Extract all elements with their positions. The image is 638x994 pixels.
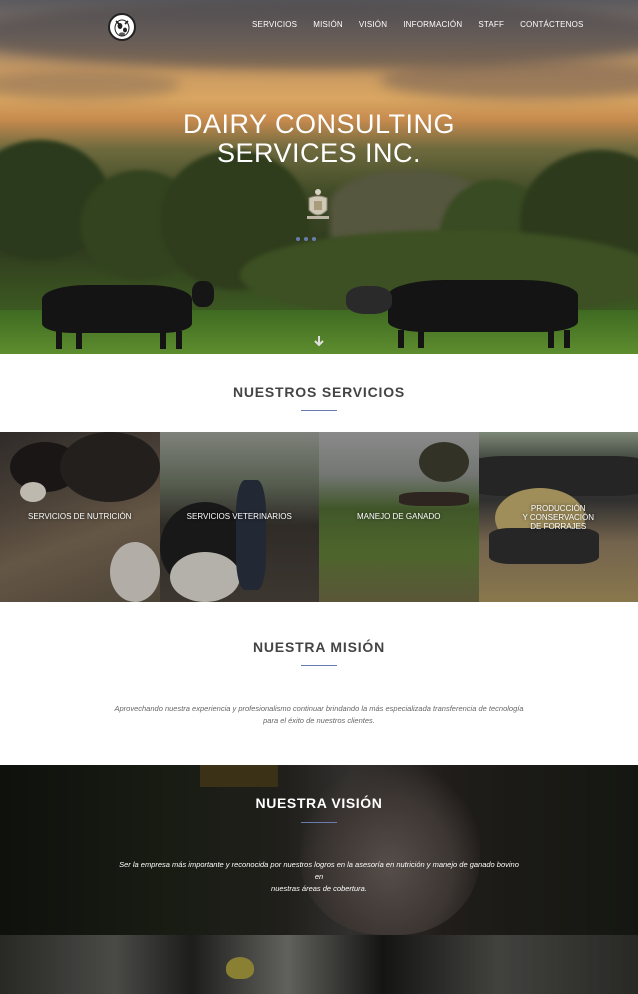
services-title-rule — [301, 410, 337, 411]
nav-link-staff[interactable]: STAFF — [478, 20, 504, 29]
hero-title-line1: DAIRY CONSULTING — [182, 109, 456, 139]
vision-section: NUESTRA VISIÓN Ser la empresa más import… — [0, 765, 638, 935]
service-label-forrajes-line1: PRODUCCIÓN — [530, 504, 586, 513]
service-label-manejo-ganado: MANEJO DE GANADO — [356, 512, 441, 521]
service-label-forrajes-line2: Y CONSERVACIÓN — [522, 513, 595, 522]
arrow-down-icon[interactable] — [312, 334, 326, 348]
service-card-nutricion[interactable]: SERVICIOS DE NUTRICIÓN — [0, 432, 160, 602]
mission-title: NUESTRA MISIÓN — [252, 639, 386, 655]
nav-link-vision[interactable]: VISIÓN — [359, 20, 387, 29]
cow-logo-icon[interactable] — [108, 13, 136, 41]
mission-title-rule — [301, 665, 337, 666]
nav-link-contactenos[interactable]: CONTÁCTENOS — [520, 20, 584, 29]
vision-text: Ser la empresa más importante y reconoci… — [115, 859, 523, 895]
vision-text-line1: Ser la empresa más importante y reconoci… — [119, 860, 519, 881]
hero-banner: SERVICIOS MISIÓN VISIÓN INFORMACIÓN STAF… — [0, 0, 638, 354]
bottom-image-strip — [0, 935, 638, 994]
mission-text-line1: Aprovechando nuestra experiencia y profe… — [114, 704, 524, 713]
service-label-forrajes-line3: DE FORRAJES — [530, 522, 587, 531]
hero-title-line2: SERVICES INC. — [216, 138, 422, 168]
services-title: NUESTROS SERVICIOS — [232, 384, 406, 400]
vision-text-line2: nuestras áreas de cobertura. — [271, 884, 367, 893]
service-card-forrajes[interactable]: PRODUCCIÓN Y CONSERVACIÓN DE FORRAJES — [478, 432, 638, 602]
mission-text: Aprovechando nuestra experiencia y profe… — [110, 703, 528, 727]
service-label-nutricion: SERVICIOS DE NUTRICIÓN — [28, 512, 132, 521]
service-card-manejo-ganado[interactable]: MANEJO DE GANADO — [319, 432, 479, 602]
mission-text-line2: para el éxito de nuestros clientes. — [263, 716, 375, 725]
nav-link-informacion[interactable]: INFORMACIÓN — [403, 20, 462, 29]
vision-title-rule — [301, 822, 337, 823]
crest-emblem-icon — [303, 188, 333, 222]
service-card-veterinarios[interactable]: SERVICIOS VETERINARIOS — [159, 432, 319, 602]
service-label-veterinarios: SERVICIOS VETERINARIOS — [186, 512, 292, 521]
nav-link-mision[interactable]: MISIÓN — [313, 20, 343, 29]
hero-title: DAIRY CONSULTING SERVICES INC. — [0, 110, 638, 168]
services-grid: SERVICIOS DE NUTRICIÓN SERVICIOS VETERIN… — [0, 432, 638, 602]
crest-dots — [296, 237, 316, 241]
nav-link-servicios[interactable]: SERVICIOS — [252, 20, 297, 29]
main-nav: SERVICIOS MISIÓN VISIÓN INFORMACIÓN STAF… — [252, 20, 600, 29]
service-label-forrajes: PRODUCCIÓN Y CONSERVACIÓN DE FORRAJES — [479, 504, 638, 531]
vision-title: NUESTRA VISIÓN — [255, 795, 383, 811]
